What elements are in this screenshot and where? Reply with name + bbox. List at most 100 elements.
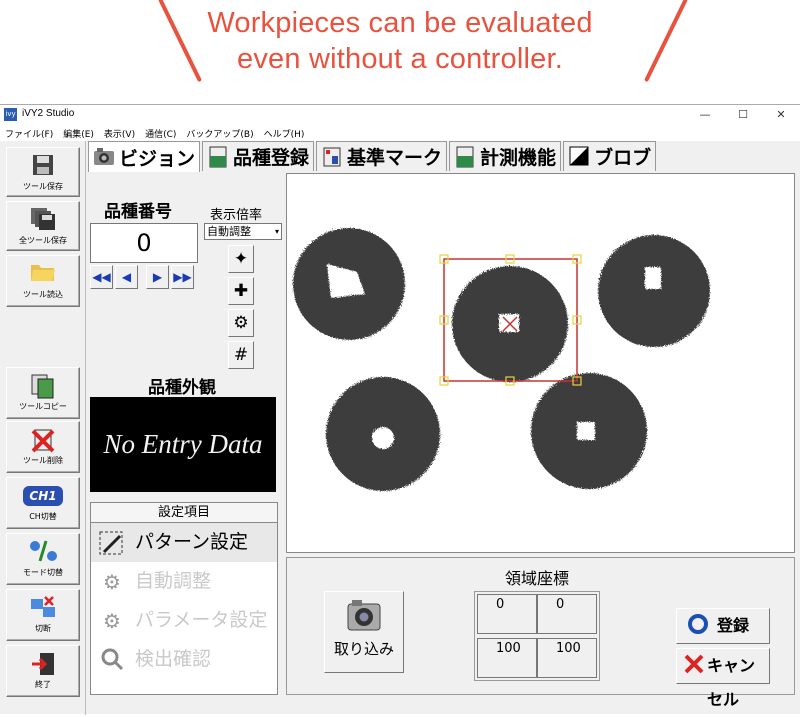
register-label: 登録 xyxy=(717,616,750,635)
cancel-button[interactable]: キャンセル xyxy=(676,648,770,709)
disconnect-icon xyxy=(7,595,79,621)
chevron-down-icon: ▾ xyxy=(274,227,279,236)
load-tool-button[interactable]: ツール読込 xyxy=(6,255,80,307)
copy-tool-button[interactable]: ツールコピー xyxy=(6,367,80,419)
ch-badge-text: CH1 xyxy=(23,486,63,506)
menu-communication[interactable]: 通信(C) xyxy=(140,125,181,141)
settings-header: 設定項目 xyxy=(91,503,277,523)
capture-button[interactable]: 取り込み xyxy=(324,591,404,673)
region-y2-field[interactable]: 100 xyxy=(537,638,597,678)
settings-item-auto-adjust[interactable]: ⚙ 自動調整 xyxy=(91,562,277,601)
next-product-button[interactable]: ▶ xyxy=(146,265,169,289)
region-x2-field[interactable]: 100 xyxy=(477,638,537,678)
settings-item-auto-adjust-label: 自動調整 xyxy=(135,570,212,592)
settings-item-pattern-label: パターン設定 xyxy=(135,531,249,553)
product-number-field[interactable]: 0 xyxy=(90,223,198,263)
reference-mark-icon xyxy=(321,146,343,168)
first-product-button[interactable]: ◀◀ xyxy=(90,265,113,289)
mode-switch-icon xyxy=(7,539,79,565)
product-number-label: 品種番号 xyxy=(104,202,172,222)
puzzle-tool-button[interactable]: ✚ xyxy=(228,277,254,305)
exit-button[interactable]: 終了 xyxy=(6,645,80,697)
settings-item-parameters-label: パラメータ設定 xyxy=(135,609,268,631)
pin-tool-button[interactable]: ✦ xyxy=(228,245,254,273)
settings-panel: 設定項目 パターン設定 ⚙ 自動調整 ⚙ パラメータ設定 検出確認 xyxy=(90,502,278,695)
menu-view[interactable]: 表示(V) xyxy=(99,125,140,141)
image-viewport[interactable] xyxy=(286,173,795,553)
region-coords-label: 領域座標 xyxy=(504,569,569,588)
settings-item-parameters[interactable]: ⚙ パラメータ設定 xyxy=(91,601,277,640)
folder-open-icon xyxy=(7,261,79,287)
tab-product-registration-label: 品種登録 xyxy=(233,147,310,169)
appearance-preview: No Entry Data xyxy=(90,397,276,492)
headline-banner: Workpieces can be evaluated even without… xyxy=(0,0,800,104)
gear-tool-button[interactable]: ⚙ xyxy=(228,309,254,337)
previous-product-button[interactable]: ◀ xyxy=(115,265,138,289)
document-green-icon xyxy=(207,146,229,168)
app-icon: ivy xyxy=(4,108,17,121)
blob-contrast-icon xyxy=(568,146,590,168)
disconnect-label: 切断 xyxy=(35,624,51,633)
region-x1-field[interactable]: 0 xyxy=(477,594,537,634)
double-right-arrow-icon: ▶▶ xyxy=(173,270,192,284)
toolbar-separator xyxy=(85,141,86,715)
grid-tool-button[interactable]: # xyxy=(228,341,254,369)
headline-line-2: even without a controller. xyxy=(237,43,563,75)
save-tool-label: ツール保存 xyxy=(23,182,63,191)
tab-vision[interactable]: ビジョン xyxy=(88,141,201,172)
workpiece-donut xyxy=(326,377,440,491)
copy-document-icon xyxy=(7,373,79,399)
minimize-button[interactable]: — xyxy=(686,105,724,125)
tab-reference-mark[interactable]: 基準マーク xyxy=(316,141,448,171)
window-controls: — ☐ ✕ xyxy=(686,105,800,125)
settings-item-detection-check-label: 検出確認 xyxy=(135,648,212,670)
delete-x-icon xyxy=(7,427,79,453)
region-y1-field[interactable]: 0 xyxy=(537,594,597,634)
puzzle-icon: ✚ xyxy=(233,281,249,301)
save-all-tools-label: 全ツール保存 xyxy=(19,236,67,245)
save-tool-button[interactable]: ツール保存 xyxy=(6,147,80,197)
window-title: iVY2 Studio xyxy=(22,108,75,119)
tab-bar: ビジョン 品種登録 基準マーク 計測機能 ブロブ xyxy=(88,141,658,172)
ch-switch-label: CH切替 xyxy=(29,512,57,521)
ch-switch-button[interactable]: CH1 CH切替 xyxy=(6,477,80,529)
register-button[interactable]: 登録 xyxy=(676,608,770,644)
region-coords-grid: 0 0 100 100 xyxy=(474,591,600,681)
pattern-edit-icon xyxy=(97,530,127,556)
workpiece-donut xyxy=(531,373,647,489)
last-product-button[interactable]: ▶▶ xyxy=(171,265,194,289)
workpiece-image xyxy=(293,228,710,491)
zoom-select[interactable]: 自動調整 ▾ xyxy=(204,223,282,240)
left-arrow-icon: ◀ xyxy=(121,270,132,284)
menu-file[interactable]: ファイル(F) xyxy=(0,125,58,141)
mode-switch-button[interactable]: モード切替 xyxy=(6,533,80,585)
menu-edit[interactable]: 編集(E) xyxy=(58,125,99,141)
tab-measurement[interactable]: 計測機能 xyxy=(449,141,562,171)
zoom-label: 表示倍率 xyxy=(210,208,263,223)
measurement-doc-icon xyxy=(454,146,476,168)
menu-help[interactable]: ヘルプ(H) xyxy=(259,125,310,141)
tab-measurement-label: 計測機能 xyxy=(480,147,557,169)
tab-vision-label: ビジョン xyxy=(119,147,196,170)
tab-product-registration[interactable]: 品種登録 xyxy=(202,141,315,171)
disconnect-button[interactable]: 切断 xyxy=(6,589,80,641)
gear-icon: ⚙ xyxy=(233,313,249,333)
title-bar: ivy iVY2 Studio — ☐ ✕ xyxy=(0,105,800,125)
settings-item-detection-check[interactable]: 検出確認 xyxy=(91,640,277,679)
appearance-label: 品種外観 xyxy=(148,378,216,398)
right-arrow-icon: ▶ xyxy=(152,270,163,284)
save-all-tools-button[interactable]: 全ツール保存 xyxy=(6,201,80,251)
channel-badge-icon: CH1 xyxy=(7,483,79,509)
delete-tool-button[interactable]: ツール削除 xyxy=(6,421,80,473)
workpiece-donut xyxy=(293,228,405,340)
settings-item-pattern[interactable]: パターン設定 xyxy=(91,523,277,562)
workpiece-donut xyxy=(598,235,710,347)
tab-blob[interactable]: ブロブ xyxy=(563,141,657,171)
gear-wrench-icon: ⚙ xyxy=(103,570,121,594)
close-button[interactable]: ✕ xyxy=(762,105,800,125)
maximize-button[interactable]: ☐ xyxy=(724,105,762,125)
delete-tool-label: ツール削除 xyxy=(23,456,63,465)
menu-backup[interactable]: バックアップ(B) xyxy=(181,125,258,141)
cancel-x-icon xyxy=(681,653,707,679)
zoom-select-value: 自動調整 xyxy=(207,225,251,238)
